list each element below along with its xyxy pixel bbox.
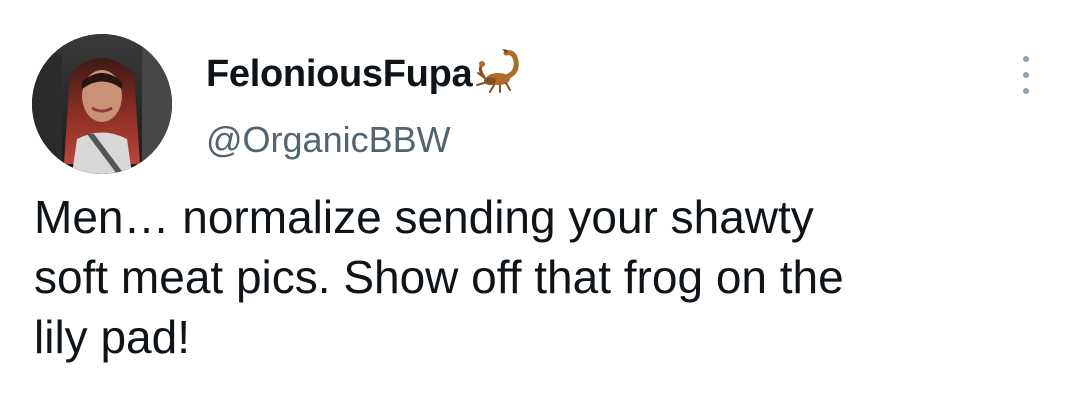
tweet-card: FeloniousFupa @OrganicBBW Men… normalize… bbox=[0, 0, 1080, 400]
more-vertical-icon[interactable] bbox=[1012, 56, 1040, 94]
more-dot bbox=[1023, 72, 1029, 78]
author-handle[interactable]: @OrganicBBW bbox=[206, 122, 451, 158]
avatar-image bbox=[32, 34, 172, 174]
author-display-name[interactable]: FeloniousFupa bbox=[206, 55, 473, 93]
tweet-text: Men… normalize sending your shawty soft … bbox=[34, 191, 844, 363]
more-dot bbox=[1023, 88, 1029, 94]
author-name-row[interactable]: FeloniousFupa bbox=[206, 46, 528, 102]
avatar[interactable] bbox=[32, 34, 172, 174]
more-dot bbox=[1023, 56, 1029, 62]
scorpion-icon bbox=[476, 43, 528, 100]
